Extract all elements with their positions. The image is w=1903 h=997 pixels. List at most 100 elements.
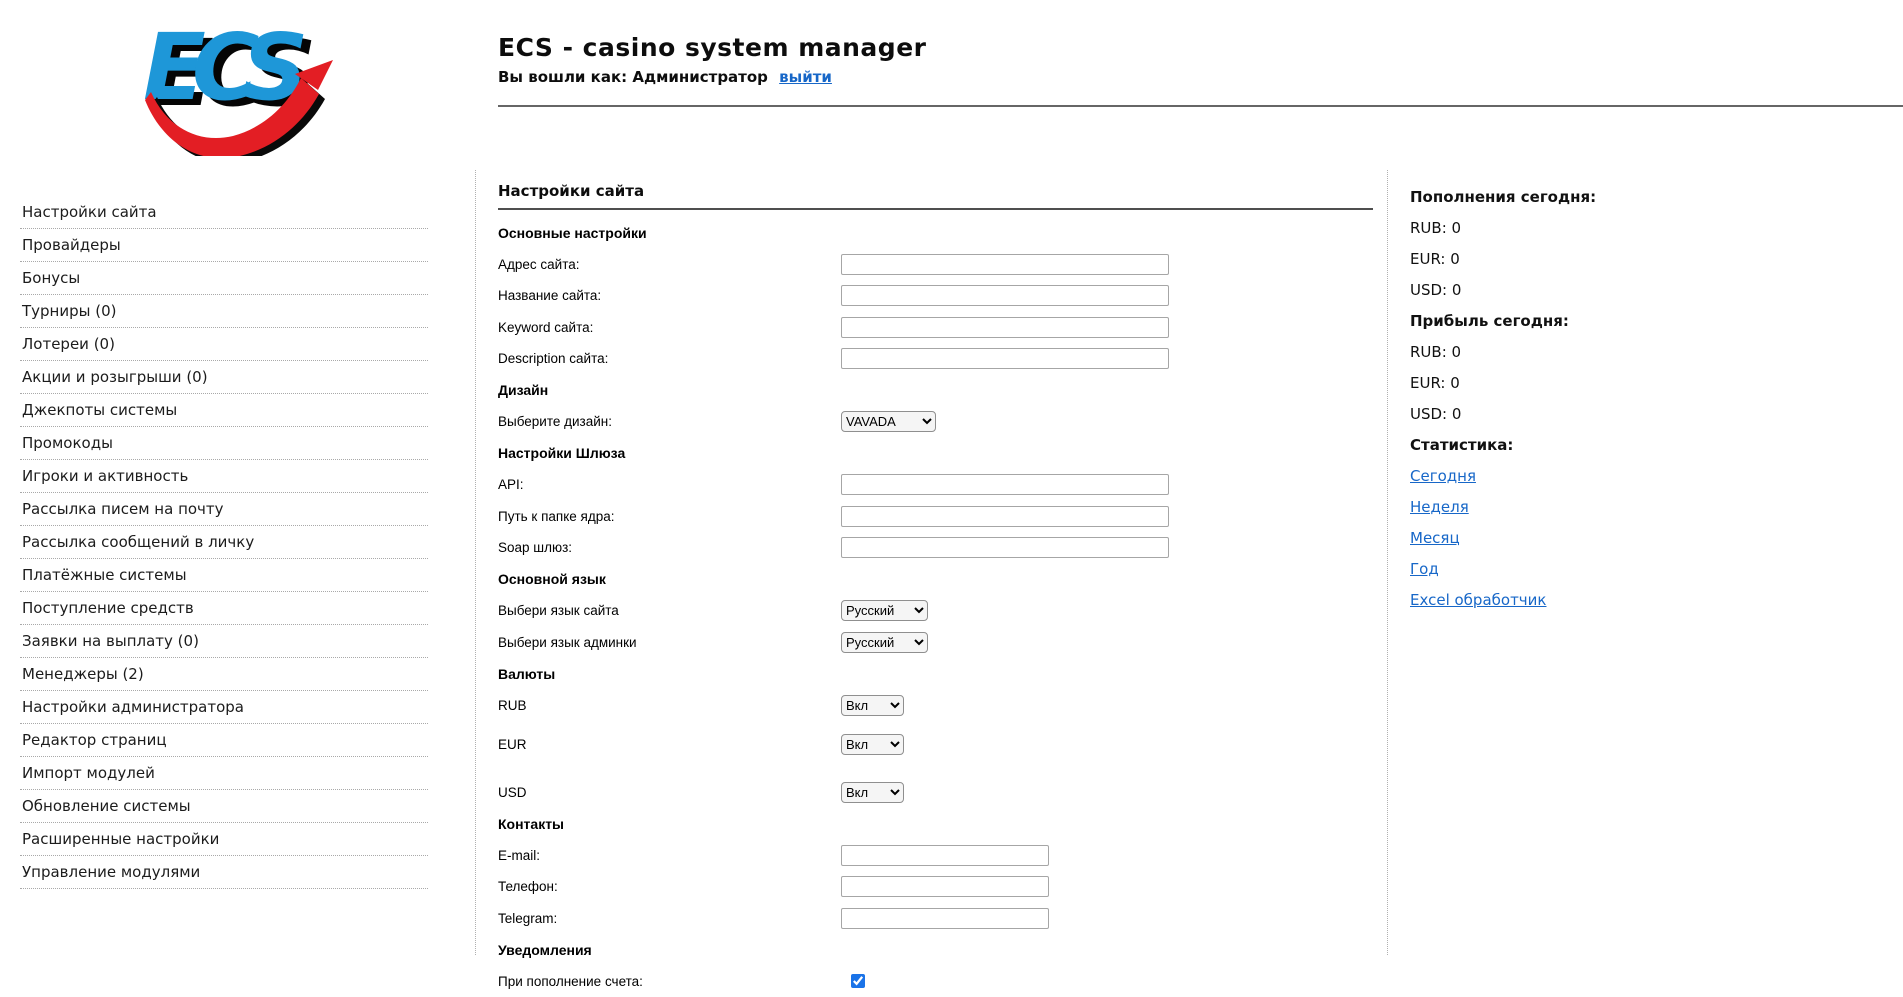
sidebar-item[interactable]: Платёжные системы (20, 559, 428, 592)
sidebar-item[interactable]: Настройки администратора (20, 691, 428, 724)
sidebar-item[interactable]: Управление модулями (20, 856, 428, 889)
sidebar-item[interactable]: Заявки на выплату (0) (20, 625, 428, 658)
ecs-logo: ECS (143, 22, 343, 150)
phone-input[interactable] (841, 876, 1049, 897)
page-title: ECS - casino system manager (498, 33, 926, 62)
field-label: Адрес сайта: (498, 257, 841, 272)
api-input[interactable] (841, 474, 1169, 495)
form-row: EUR Вкл (498, 729, 1387, 761)
form-row: Путь к папке ядра: (498, 501, 1387, 533)
sidebar-item[interactable]: Импорт модулей (20, 757, 428, 790)
design-select[interactable]: VAVADA (841, 411, 936, 432)
sidebar-item[interactable]: Настройки сайта (20, 196, 428, 229)
site-address-input[interactable] (841, 254, 1169, 275)
deposit-notify-checkbox[interactable] (851, 974, 865, 988)
sidebar-nav: Настройки сайта Провайдеры Бонусы Турнир… (20, 196, 428, 889)
stats-link-excel[interactable]: Excel обработчик (1410, 591, 1546, 609)
field-label: Description сайта: (498, 351, 841, 366)
admin-page: { "colors":{"link_blue":"#1767c8","logo_… (0, 0, 1903, 955)
site-settings-panel: Настройки сайта Основные настройки Адрес… (475, 170, 1388, 955)
sidebar-item[interactable]: Лотереи (0) (20, 328, 428, 361)
field-label: Soap шлюз: (498, 540, 841, 555)
sidebar-item[interactable]: Редактор страниц (20, 724, 428, 757)
form-row: Название сайта: (498, 280, 1387, 312)
field-label: Выбери язык админки (498, 635, 841, 650)
sidebar-item[interactable]: Поступление средств (20, 592, 428, 625)
logout-link[interactable]: выйти (779, 68, 832, 86)
form-row: RUB Вкл (498, 690, 1387, 722)
form-row: Description сайта: (498, 343, 1387, 375)
eur-select[interactable]: Вкл (841, 734, 904, 755)
form-row: Soap шлюз: (498, 532, 1387, 564)
stats-link-year[interactable]: Год (1410, 560, 1439, 578)
field-label: RUB (498, 698, 841, 713)
sidebar-item[interactable]: Турниры (0) (20, 295, 428, 328)
stats-value: RUB: 0 (1410, 212, 1860, 243)
section-header-language: Основной язык (498, 564, 1387, 596)
section-header-notifications: Уведомления (498, 934, 1387, 966)
form-row: Выбери язык админки Русский (498, 627, 1387, 659)
stats-profit-header: Прибыль сегодня: (1410, 305, 1860, 336)
stats-link-today[interactable]: Сегодня (1410, 467, 1476, 485)
stats-value: RUB: 0 (1410, 336, 1860, 367)
form-row: Телефон: (498, 871, 1387, 903)
field-label: При пополнение счета: (498, 974, 841, 989)
telegram-input[interactable] (841, 908, 1049, 929)
stats-statistics-header: Статистика: (1410, 429, 1860, 460)
sidebar-item[interactable]: Игроки и активность (20, 460, 428, 493)
sidebar-item[interactable]: Расширенные настройки (20, 823, 428, 856)
sidebar-item[interactable]: Бонусы (20, 262, 428, 295)
site-keyword-input[interactable] (841, 317, 1169, 338)
soap-gateway-input[interactable] (841, 537, 1169, 558)
stats-value: USD: 0 (1410, 274, 1860, 305)
stats-panel: Пополнения сегодня: RUB: 0 EUR: 0 USD: 0… (1410, 181, 1860, 615)
sidebar-item[interactable]: Рассылка сообщений в личку (20, 526, 428, 559)
field-label: Telegram: (498, 911, 841, 926)
field-label: Выберите дизайн: (498, 414, 841, 429)
form-row: Выбери язык сайта Русский (498, 595, 1387, 627)
stats-value: EUR: 0 (1410, 243, 1860, 274)
admin-language-select[interactable]: Русский (841, 632, 928, 653)
panel-divider (498, 208, 1373, 210)
email-input[interactable] (841, 845, 1049, 866)
ecs-swoosh-icon (137, 56, 347, 156)
site-settings-form: Основные настройки Адрес сайта: Название… (498, 217, 1387, 997)
field-label: USD (498, 785, 841, 800)
stats-value: EUR: 0 (1410, 367, 1860, 398)
field-label: Выбери язык сайта (498, 603, 841, 618)
usd-select[interactable]: Вкл (841, 782, 904, 803)
site-language-select[interactable]: Русский (841, 600, 928, 621)
sidebar-item[interactable]: Джекпоты системы (20, 394, 428, 427)
section-header-currencies: Валюты (498, 658, 1387, 690)
site-description-input[interactable] (841, 348, 1169, 369)
header: ECS - casino system manager Вы вошли как… (498, 33, 926, 86)
field-label: E-mail: (498, 848, 841, 863)
stats-link-week[interactable]: Неделя (1410, 498, 1469, 516)
field-label: EUR (498, 737, 841, 752)
stats-value: USD: 0 (1410, 398, 1860, 429)
sidebar-item[interactable]: Провайдеры (20, 229, 428, 262)
stats-link-month[interactable]: Месяц (1410, 529, 1460, 547)
sidebar-item[interactable]: Обновление системы (20, 790, 428, 823)
form-row: Telegram: (498, 903, 1387, 935)
form-row: API: (498, 469, 1387, 501)
form-row: Адрес сайта: (498, 249, 1387, 281)
header-divider (498, 105, 1903, 107)
sidebar-item[interactable]: Рассылка писем на почту (20, 493, 428, 526)
field-label: Путь к папке ядра: (498, 509, 841, 524)
section-header-basic: Основные настройки (498, 217, 1387, 249)
field-label: Keyword сайта: (498, 320, 841, 335)
form-row: Keyword сайта: (498, 312, 1387, 344)
field-label: Телефон: (498, 879, 841, 894)
core-path-input[interactable] (841, 506, 1169, 527)
login-status: Вы вошли как: Администратор выйти (498, 68, 926, 86)
form-row: USD Вкл (498, 777, 1387, 809)
sidebar-item[interactable]: Промокоды (20, 427, 428, 460)
rub-select[interactable]: Вкл (841, 695, 904, 716)
login-status-text: Вы вошли как: Администратор (498, 68, 768, 86)
sidebar-item[interactable]: Акции и розыгрыши (0) (20, 361, 428, 394)
sidebar-item[interactable]: Менеджеры (2) (20, 658, 428, 691)
section-header-contacts: Контакты (498, 808, 1387, 840)
form-row: Выберите дизайн: VAVADA (498, 406, 1387, 438)
site-name-input[interactable] (841, 285, 1169, 306)
